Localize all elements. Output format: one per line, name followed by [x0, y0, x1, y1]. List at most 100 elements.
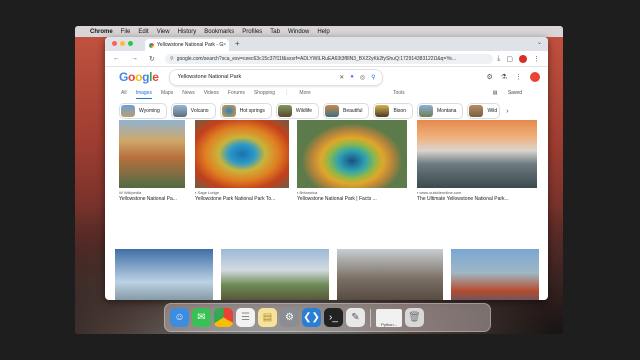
finder-icon[interactable]: ☺ — [170, 308, 189, 327]
tools-button[interactable]: Tools — [393, 90, 405, 98]
tab-shopping[interactable]: Shopping — [254, 90, 275, 98]
clear-icon[interactable]: ✕ — [339, 74, 344, 81]
menu-window[interactable]: Window — [288, 29, 309, 35]
dock-divider — [370, 308, 371, 327]
messages-icon[interactable]: ✉ — [192, 308, 211, 327]
result-image[interactable] — [451, 249, 539, 300]
chip-wyoming[interactable]: Wyoming — [119, 103, 167, 119]
minimized-window-python[interactable]: Python... — [376, 308, 402, 327]
result-source-text: Sage Lodge — [197, 190, 220, 195]
result-image[interactable] — [337, 249, 443, 300]
minimize-window-button[interactable] — [120, 41, 125, 46]
menu-bookmarks[interactable]: Bookmarks — [204, 29, 234, 35]
zoom-window-button[interactable] — [128, 41, 133, 46]
chip-montana[interactable]: Montana — [417, 103, 464, 119]
result-source: ▪ www.outsideonline.com — [417, 190, 537, 195]
url-text: google.com/search?sca_esv=ceec63c15c37f1… — [176, 55, 457, 62]
close-window-button[interactable] — [112, 41, 117, 46]
search-icon[interactable]: ⚲ — [371, 74, 375, 81]
tab-bar: Yellowstone National Park - G × + ⌄ — [105, 37, 548, 51]
google-avatar[interactable] — [530, 72, 540, 82]
window-controls — [112, 41, 133, 46]
google-account-area: ⚙ ⚗ ⋮ — [486, 72, 540, 82]
desktop: Chrome File Edit View History Bookmarks … — [75, 26, 563, 334]
extensions-icon[interactable]: ▢ — [506, 55, 513, 63]
chip-label: Bison — [393, 108, 406, 114]
chip-label: Beautiful — [343, 108, 363, 114]
tab-all[interactable]: All — [121, 90, 127, 98]
apps-grid-icon[interactable]: ⋮ — [515, 73, 522, 81]
system-settings-icon[interactable]: ⚙ — [280, 308, 299, 327]
tab-maps[interactable]: Maps — [161, 90, 173, 98]
saved-button[interactable]: ▤ Saved — [493, 90, 531, 98]
chip-thumbnail — [121, 105, 135, 117]
terminal-icon[interactable]: ›_ — [324, 308, 343, 327]
result-title[interactable]: Yellowstone Park National Park To... — [195, 196, 289, 202]
image-result-card[interactable]: ▪ www.outsideonline.com The Ultimate Yel… — [417, 120, 537, 202]
image-result-card[interactable]: ▪ Sage Lodge Yellowstone Park National P… — [195, 120, 289, 202]
browser-tab[interactable]: Yellowstone National Park - G × — [145, 39, 229, 51]
new-tab-icon[interactable]: + — [235, 39, 240, 48]
tab-news[interactable]: News — [182, 90, 195, 98]
result-title[interactable]: Yellowstone National Pa... — [119, 196, 185, 202]
vscode-icon[interactable]: ❮❯ — [302, 308, 321, 327]
trash-icon[interactable]: 🗑 — [405, 308, 424, 327]
tab-more[interactable]: ⋮ More — [284, 90, 320, 98]
menu-file[interactable]: File — [121, 29, 131, 35]
result-image[interactable] — [119, 120, 185, 188]
forward-icon[interactable]: → — [131, 55, 141, 62]
menu-view[interactable]: View — [157, 29, 170, 35]
reminders-icon[interactable]: ☰ — [236, 308, 255, 327]
saved-label: Saved — [507, 90, 522, 96]
image-result-card[interactable]: W Wikipedia Yellowstone National Pa... — [119, 120, 185, 202]
menu-help[interactable]: Help — [317, 29, 329, 35]
search-box[interactable]: Yellowstone National Park ✕ ● ◎ ⚲ — [168, 68, 383, 86]
reload-icon[interactable]: ↻ — [149, 55, 159, 63]
microphone-icon[interactable]: ● — [350, 74, 354, 80]
settings-gear-icon[interactable]: ⚙ — [486, 73, 492, 81]
result-source: W Wikipedia — [119, 190, 185, 195]
profile-avatar[interactable] — [519, 54, 527, 63]
chip-wild[interactable]: Wild — [467, 103, 501, 119]
result-image[interactable] — [115, 249, 213, 300]
chip-wildlife[interactable]: Wildlife — [275, 103, 320, 119]
tab-search-chevron-icon[interactable]: ⌄ — [537, 39, 542, 46]
site-info-icon[interactable]: ⚲ — [170, 56, 174, 62]
menu-edit[interactable]: Edit — [138, 29, 148, 35]
close-tab-icon[interactable]: × — [223, 42, 226, 48]
result-title[interactable]: The Ultimate Yellowstone National Park..… — [417, 196, 537, 202]
result-title[interactable]: Yellowstone National Park | Facts ... — [297, 196, 407, 202]
google-logo[interactable]: Google — [119, 70, 159, 84]
menu-profiles[interactable]: Profiles — [242, 29, 262, 35]
tab-images[interactable]: Images — [135, 90, 152, 99]
address-bar[interactable]: ⚲ google.com/search?sca_esv=ceec63c15c37… — [165, 53, 493, 64]
menu-tab[interactable]: Tab — [270, 29, 280, 35]
download-icon[interactable]: ⤓ — [497, 55, 500, 63]
chips-next-chevron-icon[interactable]: › — [506, 108, 508, 115]
chip-hot-springs[interactable]: Hot springs — [219, 103, 272, 119]
back-icon[interactable]: ← — [113, 55, 123, 62]
result-image[interactable] — [221, 249, 329, 300]
tab-videos[interactable]: Videos — [204, 90, 219, 98]
chip-beautiful[interactable]: Beautiful — [323, 103, 370, 119]
more-dots-icon: ⋮ — [284, 90, 291, 96]
image-result-card[interactable]: ▪ Britannica Yellowstone National Park |… — [297, 120, 407, 202]
search-input[interactable]: Yellowstone National Park — [178, 74, 340, 80]
chip-volcano[interactable]: Volcano — [170, 103, 216, 119]
labs-flask-icon[interactable]: ⚗ — [501, 73, 507, 81]
notes-icon[interactable]: ▤ — [258, 308, 277, 327]
result-image[interactable] — [417, 120, 537, 188]
result-image[interactable] — [297, 120, 407, 188]
chip-label: Wyoming — [139, 108, 160, 114]
menu-bar: Chrome File Edit View History Bookmarks … — [75, 26, 563, 37]
chrome-menu-icon[interactable]: ⋮ — [533, 55, 540, 63]
tab-forums[interactable]: Forums — [228, 90, 245, 98]
lens-icon[interactable]: ◎ — [360, 74, 365, 81]
chrome-icon[interactable] — [214, 308, 233, 327]
textedit-icon[interactable]: ✎ — [346, 308, 365, 327]
result-image[interactable] — [195, 120, 289, 188]
menu-app-name[interactable]: Chrome — [90, 29, 113, 35]
google-favicon-icon — [149, 42, 154, 48]
chip-bison[interactable]: Bison — [373, 103, 413, 119]
menu-history[interactable]: History — [178, 29, 197, 35]
